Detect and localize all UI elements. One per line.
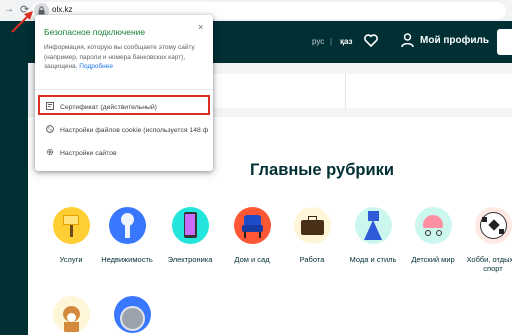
url-text: olx.kz xyxy=(52,5,73,14)
category-services[interactable]: Услуги xyxy=(40,207,102,264)
phone-icon xyxy=(171,207,209,244)
category-home-garden[interactable]: Дом и сад xyxy=(221,207,283,264)
cookie-icon xyxy=(46,125,54,133)
free-coin-icon xyxy=(113,296,151,333)
briefcase-icon xyxy=(293,207,331,244)
dress-icon xyxy=(354,207,392,244)
category-label: Дом и сад xyxy=(234,255,270,264)
site-info-popup: Безопасное подключение × Информация, кот… xyxy=(35,15,213,171)
category-electronics[interactable]: Электроника xyxy=(159,207,221,264)
cookie-settings-label: Настройки файлов cookie (используется 14… xyxy=(60,127,209,134)
gear-icon xyxy=(46,148,54,156)
site-settings-menu-item[interactable]: Настройки сайтов xyxy=(46,148,117,157)
category-label: Электроника xyxy=(167,255,213,264)
category-label: Недвижимость xyxy=(101,255,153,264)
more-details-link[interactable]: Подробнее xyxy=(79,63,113,70)
category-label: Мода и стиль xyxy=(349,255,397,264)
site-settings-label: Настройки сайтов xyxy=(60,150,117,157)
category-hobby-sport[interactable]: Хобби, отдых и спорт xyxy=(462,207,512,273)
post-ad-button[interactable] xyxy=(497,29,512,55)
screenshot-root: → ⟳ olx.kz рус | қаз Мой профиль Весь Ка… xyxy=(0,0,512,335)
key-icon xyxy=(108,207,146,244)
favorites-heart-icon[interactable] xyxy=(364,34,378,47)
category-label: Детский мир xyxy=(411,255,455,264)
left-dark-edge xyxy=(0,63,28,335)
popup-divider xyxy=(35,89,213,90)
profile-icon[interactable] xyxy=(401,33,414,48)
category-label: Услуги xyxy=(59,255,83,264)
category-label: Хобби, отдых и спорт xyxy=(466,255,512,273)
my-profile-link[interactable]: Мой профиль xyxy=(420,35,489,46)
category-kids[interactable]: Детский мир xyxy=(402,207,464,264)
lang-separator: | xyxy=(330,37,333,46)
popup-title: Безопасное подключение xyxy=(44,27,146,37)
annotation-arrow xyxy=(11,11,33,33)
dog-icon xyxy=(52,296,90,333)
close-icon[interactable]: × xyxy=(198,22,203,32)
certificate-highlight-box xyxy=(38,95,210,115)
main-categories-title: Главные рубрики xyxy=(250,161,395,179)
category-free[interactable] xyxy=(101,296,163,333)
category-real-estate[interactable]: Недвижимость xyxy=(96,207,158,264)
category-jobs[interactable]: Работа xyxy=(281,207,343,264)
category-fashion[interactable]: Мода и стиль xyxy=(342,207,404,264)
lang-ru-link[interactable]: рус xyxy=(312,37,324,46)
location-select[interactable] xyxy=(345,74,512,108)
category-label: Работа xyxy=(299,255,325,264)
football-icon xyxy=(474,207,512,244)
lang-kz-link[interactable]: қаз xyxy=(340,37,353,46)
paint-roller-icon xyxy=(52,207,90,244)
location-pin-icon xyxy=(355,22,364,34)
cookie-settings-menu-item[interactable]: Настройки файлов cookie (используется 14… xyxy=(46,125,208,134)
stroller-icon xyxy=(414,207,452,244)
popup-description: Информация, которую вы сообщаете этому с… xyxy=(44,43,209,72)
category-pets[interactable] xyxy=(40,296,102,333)
popup-description-text: Информация, которую вы сообщаете этому с… xyxy=(44,44,195,70)
location-value: Весь Казахстан xyxy=(372,24,437,34)
armchair-icon xyxy=(233,207,271,244)
